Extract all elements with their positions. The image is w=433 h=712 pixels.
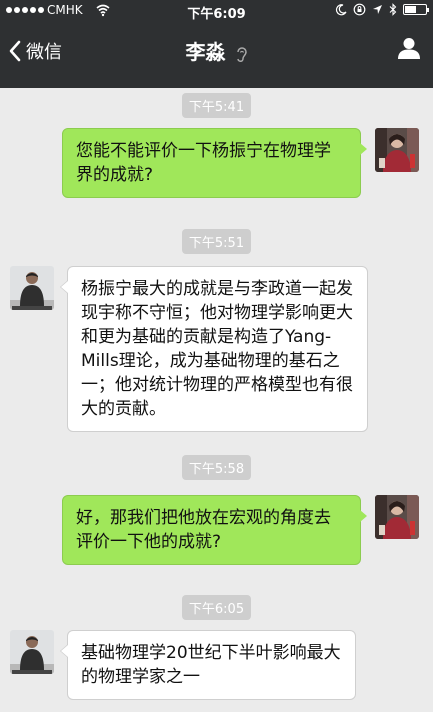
message-bubble-me[interactable]: 您能不能评价一下杨振宁在物理学界的成就? [62, 128, 367, 198]
chat-title: 李淼 [185, 40, 226, 64]
moon-icon [335, 3, 347, 15]
bluetooth-icon [389, 3, 397, 16]
person-icon [398, 38, 420, 59]
timestamp: 下午5:51 [0, 229, 433, 254]
timestamp: 下午5:58 [0, 455, 433, 480]
avatar-other[interactable] [10, 266, 54, 310]
nav-bar: 微信 李淼 [0, 22, 433, 88]
rotation-lock-icon [353, 3, 366, 16]
message-text: 基础物理学20世纪下半叶影响最大的物理学家之一 [81, 643, 341, 687]
message-text: 杨振宁最大的成就是与李政道一起发现宇称不守恒；他对物理学影响更大和更为基础的贡献… [81, 279, 353, 419]
chat-title-area: 李淼 [0, 36, 433, 65]
status-bar: CMHK 下午6:09 [0, 0, 433, 22]
battery-icon [403, 4, 429, 15]
top-bar: CMHK 下午6:09 微信 李淼 [0, 0, 433, 88]
message-bubble-me[interactable]: 好，那我们把他放在宏观的角度去评价一下他的成就? [62, 495, 367, 565]
timestamp: 下午5:41 [0, 93, 433, 118]
timestamp: 下午6:05 [0, 595, 433, 620]
profile-button[interactable] [397, 36, 421, 64]
message-text: 您能不能评价一下杨振宁在物理学界的成就? [76, 141, 331, 185]
avatar-me[interactable] [375, 495, 419, 539]
avatar-me[interactable] [375, 128, 419, 172]
message-bubble-other[interactable]: 基础物理学20世纪下半叶影响最大的物理学家之一 [60, 630, 356, 700]
avatar-other[interactable] [10, 630, 54, 674]
message-text: 好，那我们把他放在宏观的角度去评价一下他的成就? [76, 508, 331, 552]
ear-icon [236, 46, 247, 62]
location-arrow-icon [373, 5, 382, 14]
status-icons [335, 3, 429, 16]
chat-area[interactable]: 下午5:41 您能不能评价一下杨振宁在物理学界的成就? 下午5:51 杨振宁最大… [0, 88, 433, 712]
message-bubble-other[interactable]: 杨振宁最大的成就是与李政道一起发现宇称不守恒；他对物理学影响更大和更为基础的贡献… [60, 266, 368, 432]
